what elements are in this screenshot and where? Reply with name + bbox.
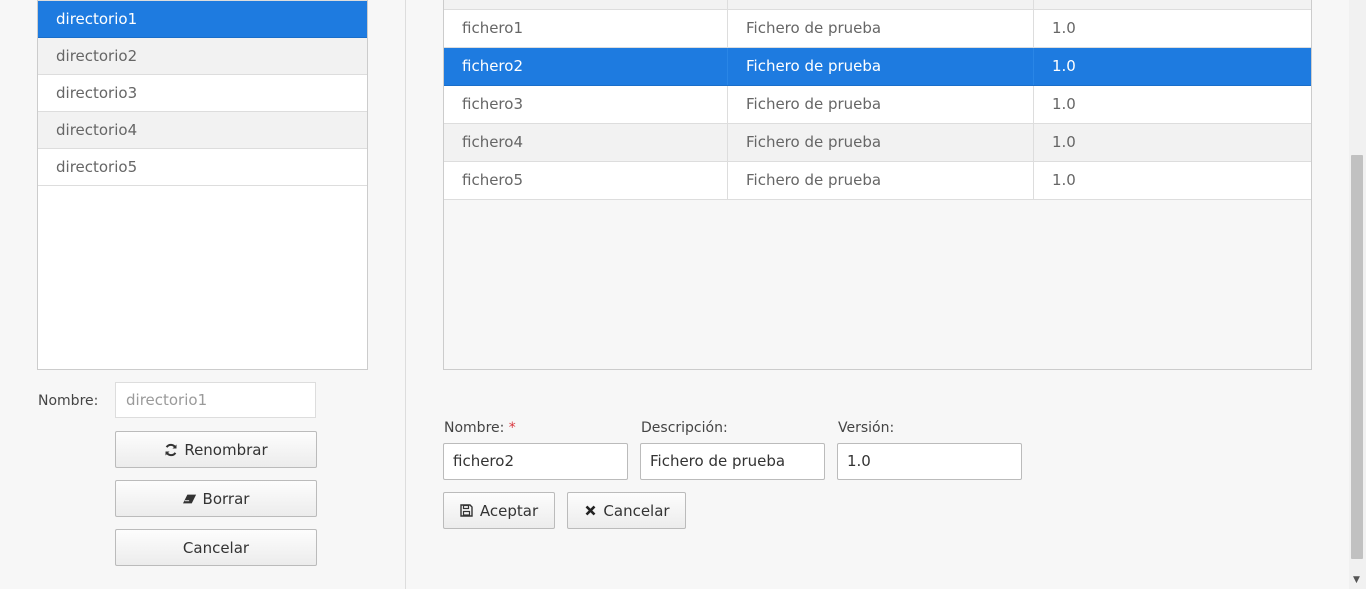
scroll-down-arrow-icon[interactable]: ▼ xyxy=(1353,575,1360,585)
header-cell xyxy=(444,0,728,9)
file-name-cell: fichero5 xyxy=(444,162,728,199)
header-cell xyxy=(728,0,1034,9)
file-version-cell: 1.0 xyxy=(1052,133,1076,151)
file-version-input[interactable]: 1.0 xyxy=(837,443,1022,480)
file-name-cell: fichero2 xyxy=(444,48,728,85)
refresh-icon xyxy=(164,443,178,457)
accept-button[interactable]: Aceptar xyxy=(443,492,555,529)
file-version-cell: 1.0 xyxy=(1052,19,1076,37)
close-icon xyxy=(583,504,597,518)
directory-list: directorio1 directorio2 directorio3 dire… xyxy=(37,0,368,370)
accept-label: Aceptar xyxy=(479,501,539,520)
scrollbar-thumb[interactable] xyxy=(1351,155,1363,559)
directory-item[interactable]: directorio1 xyxy=(38,0,367,38)
table-header xyxy=(444,0,1311,10)
table-row[interactable]: fichero1 Fichero de prueba 1.0 xyxy=(444,10,1311,48)
file-description-label: Descripción: xyxy=(641,420,728,436)
cancel-left-button[interactable]: Cancelar xyxy=(115,529,317,566)
rename-label: Renombrar xyxy=(184,440,268,459)
delete-button[interactable]: Borrar xyxy=(115,480,317,517)
directory-item[interactable]: directorio2 xyxy=(38,38,367,75)
cancel-button[interactable]: Cancelar xyxy=(567,492,686,529)
files-table: fichero1 Fichero de prueba 1.0 fichero2 … xyxy=(443,0,1312,370)
file-name-cell: fichero3 xyxy=(444,86,728,123)
directory-item[interactable]: directorio3 xyxy=(38,75,367,112)
file-version-cell: 1.0 xyxy=(1052,171,1076,189)
file-name-cell: fichero1 xyxy=(444,10,728,47)
cancel-left-label: Cancelar xyxy=(182,538,250,557)
directory-name-input[interactable]: directorio1 xyxy=(115,382,316,418)
required-mark: * xyxy=(508,420,516,436)
file-description-cell: Fichero de prueba xyxy=(728,86,1034,123)
directory-name-label: Nombre: xyxy=(38,393,99,409)
directory-item[interactable]: directorio5 xyxy=(38,149,367,186)
file-description-input[interactable]: Fichero de prueba xyxy=(640,443,825,480)
header-cell xyxy=(1034,0,1311,9)
file-version-cell: 1.0 xyxy=(1052,95,1076,113)
file-description-cell: Fichero de prueba xyxy=(728,124,1034,161)
file-name-label: Nombre: * xyxy=(444,420,516,436)
table-row[interactable]: fichero5 Fichero de prueba 1.0 xyxy=(444,162,1311,200)
save-icon xyxy=(460,504,474,518)
directory-item[interactable]: directorio4 xyxy=(38,112,367,149)
file-description-cell: Fichero de prueba xyxy=(728,48,1034,85)
file-description-cell: Fichero de prueba xyxy=(728,162,1034,199)
table-row[interactable]: fichero3 Fichero de prueba 1.0 xyxy=(444,86,1311,124)
file-description-cell: Fichero de prueba xyxy=(728,10,1034,47)
delete-label: Borrar xyxy=(202,489,250,508)
eraser-icon xyxy=(182,492,197,506)
file-name-label-text: Nombre: xyxy=(444,420,505,436)
table-row[interactable]: fichero2 Fichero de prueba 1.0 xyxy=(444,48,1311,86)
file-name-cell: fichero4 xyxy=(444,124,728,161)
rename-button[interactable]: Renombrar xyxy=(115,431,317,468)
file-version-label: Versión: xyxy=(838,420,895,436)
cancel-label: Cancelar xyxy=(603,501,670,520)
file-version-cell: 1.0 xyxy=(1052,57,1076,75)
vertical-scrollbar[interactable]: ▼ xyxy=(1349,0,1366,589)
panel-divider xyxy=(405,0,406,589)
file-name-input[interactable]: fichero2 xyxy=(443,443,628,480)
table-row[interactable]: fichero4 Fichero de prueba 1.0 xyxy=(444,124,1311,162)
